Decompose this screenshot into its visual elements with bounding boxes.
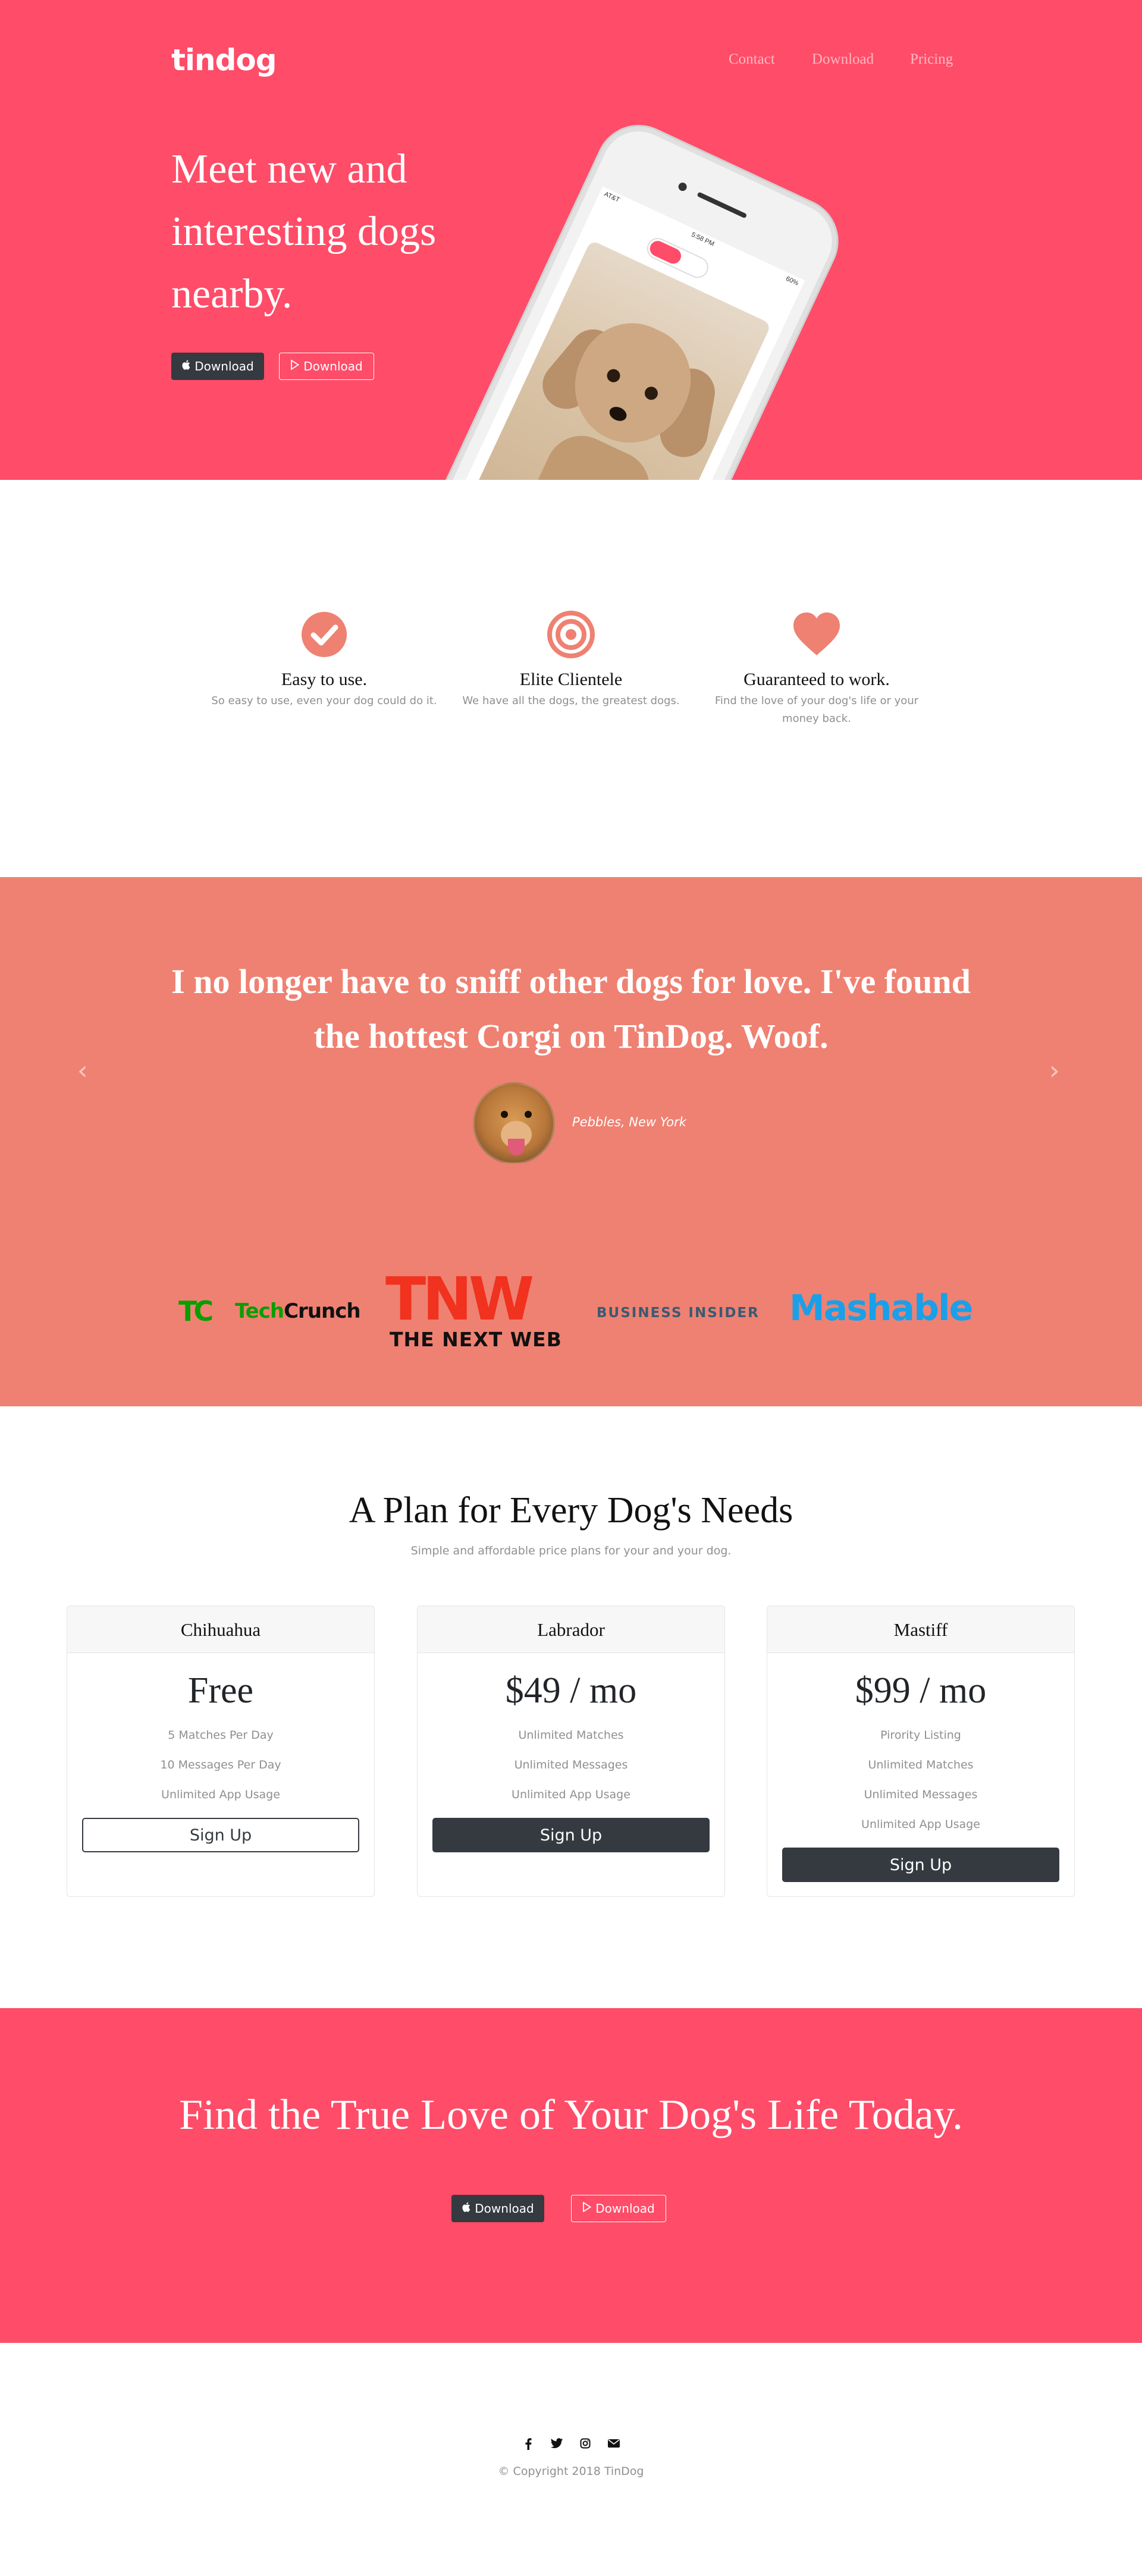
cta-download-apple-button[interactable]: Download (451, 2195, 544, 2222)
feature-text: We have all the dogs, the greatest dogs. (462, 695, 680, 707)
features-section: Easy to use. So easy to use, even your d… (0, 480, 1142, 877)
cta-download-play-button[interactable]: Download (571, 2195, 666, 2222)
envelope-icon[interactable] (607, 2438, 620, 2452)
plan-features: Unlimited Matches Unlimited Messages Unl… (418, 1720, 724, 1810)
phone-speaker (697, 191, 748, 219)
cta-heading: Find the True Love of Your Dog's Life To… (179, 2091, 963, 2138)
carrier-label: AT&T (603, 190, 621, 204)
plan-feature: Unlimited Matches (518, 1729, 624, 1742)
footer: © Copyright 2018 TinDog (0, 2343, 1142, 2576)
heart-icon (793, 612, 840, 655)
sign-up-button[interactable]: Sign Up (782, 1848, 1059, 1882)
feature-title: Guaranteed to work. (743, 670, 890, 689)
plan-feature: Pirority Listing (880, 1729, 961, 1742)
plan-feature: Unlimited Messages (864, 1788, 978, 1801)
play-icon (582, 2201, 592, 2215)
avatar-eye-left (501, 1111, 508, 1118)
plan-feature: Unlimited App Usage (512, 1788, 630, 1801)
plan-feature: 5 Matches Per Day (168, 1729, 274, 1742)
plan-feature: Unlimited App Usage (161, 1788, 280, 1801)
plan-name: Labrador (418, 1606, 724, 1653)
feature-elite: Elite Clientele We have all the dogs, th… (458, 608, 684, 710)
business-insider-logo: BUSINESS INSIDER (597, 1305, 760, 1321)
social-icons (0, 2438, 1142, 2452)
chevron-left-icon[interactable]: ‹ (77, 1055, 88, 1086)
chevron-right-icon[interactable]: › (1049, 1055, 1060, 1086)
bullseye-icon (547, 611, 595, 658)
hero-download-play-label: Download (303, 359, 363, 373)
plan-name: Mastiff (767, 1606, 1074, 1653)
cta-section: Find the True Love of Your Dog's Life To… (0, 2008, 1142, 2343)
apple-icon (181, 360, 190, 373)
cta-download-play-label: Download (595, 2201, 655, 2216)
tnw-logo-mark: TNW (385, 1264, 534, 1334)
feature-text: Find the love of your dog's life or your… (714, 695, 919, 725)
plan-price: $99 / mo (855, 1670, 987, 1711)
sign-up-button[interactable]: Sign Up (82, 1818, 359, 1852)
plan-feature: Unlimited Messages (514, 1758, 628, 1771)
hero-download-apple-label: Download (194, 359, 254, 373)
plan-feature: Unlimited Matches (868, 1758, 974, 1771)
pricing-card-mastiff: Mastiff $99 / mo Pirority Listing Unlimi… (767, 1606, 1075, 1897)
plan-features: Pirority Listing Unlimited Matches Unlim… (767, 1720, 1074, 1839)
pricing-subheading: Simple and affordable price plans for yo… (410, 1544, 732, 1557)
app-toggle-active (647, 238, 684, 266)
pricing-card-labrador: Labrador $49 / mo Unlimited Matches Unli… (417, 1606, 725, 1897)
feature-title: Elite Clientele (519, 670, 623, 689)
techcrunch-logo: TechCrunch (235, 1299, 361, 1323)
nav-link-contact[interactable]: Contact (729, 51, 775, 68)
facebook-icon[interactable] (522, 2438, 535, 2452)
techcrunch-logo-mark: TC (178, 1295, 214, 1327)
battery-label: 60% (785, 275, 800, 287)
nav-link-pricing[interactable]: Pricing (910, 51, 981, 68)
testimonial-author: Pebbles, New York (572, 1115, 686, 1129)
play-icon (290, 359, 300, 373)
pricing-heading: A Plan for Every Dog's Needs (349, 1490, 793, 1531)
plan-price: Free (187, 1670, 254, 1711)
plan-feature: 10 Messages Per Day (160, 1758, 281, 1771)
pricing-section: A Plan for Every Dog's Needs Simple and … (0, 1406, 1142, 2008)
tnw-logo-text: THE NEXT WEB (390, 1328, 562, 1351)
feature-title: Easy to use. (281, 670, 368, 689)
testimonial-quote: I no longer have to sniff other dogs for… (171, 962, 971, 1055)
cta-download-apple-label: Download (475, 2201, 534, 2216)
sign-up-button[interactable]: Sign Up (432, 1818, 710, 1852)
phone-camera (677, 181, 688, 193)
feature-easy: Easy to use. So easy to use, even your d… (211, 608, 437, 710)
brand-logo[interactable]: tindog (171, 43, 277, 77)
plan-price: $49 / mo (505, 1670, 637, 1711)
hero-download-apple-button[interactable]: Download (171, 353, 264, 380)
twitter-icon[interactable] (550, 2438, 563, 2452)
testimonials-section: ‹ › I no longer have to sniff other dogs… (0, 877, 1142, 1406)
feature-text: So easy to use, even your dog could do i… (211, 695, 437, 707)
copyright-text: © Copyright 2018 TinDog (498, 2465, 644, 2478)
instagram-icon[interactable] (579, 2438, 592, 2452)
apple-icon (462, 2202, 470, 2215)
pricing-card-chihuahua: Chihuahua Free 5 Matches Per Day 10 Mess… (67, 1606, 375, 1897)
avatar-tongue (508, 1139, 525, 1155)
hero-download-play-button[interactable]: Download (279, 353, 374, 380)
feature-guaranteed: Guaranteed to work. Find the love of you… (704, 608, 930, 728)
nav-link-download[interactable]: Download (812, 51, 895, 68)
avatar-eye-right (525, 1111, 532, 1118)
check-circle-icon (302, 612, 347, 657)
mashable-logo: Mashable (789, 1287, 973, 1329)
testimonial-avatar (473, 1082, 555, 1164)
hero-section: tindog Contact Download Pricing Meet new… (0, 0, 1142, 480)
hero-heading: Meet new and interesting dogs nearby. (171, 146, 437, 317)
time-label: 5:58 PM (690, 231, 716, 248)
plan-name: Chihuahua (67, 1606, 374, 1653)
plan-features: 5 Matches Per Day 10 Messages Per Day Un… (67, 1720, 374, 1810)
plan-feature: Unlimited App Usage (861, 1818, 980, 1831)
